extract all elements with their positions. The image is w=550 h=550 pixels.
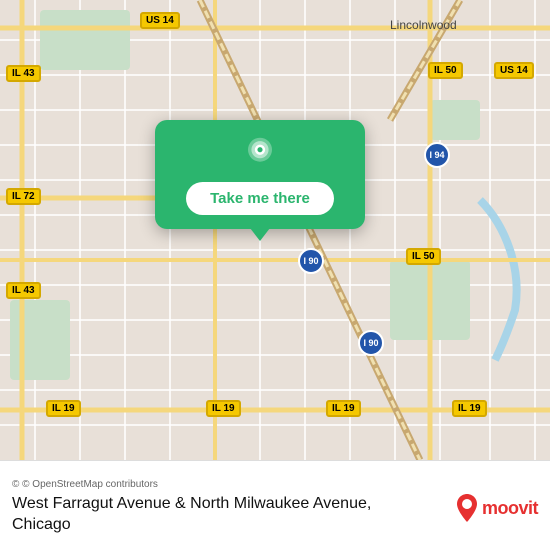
- area-label-lincolnwood: Lincolnwood: [390, 18, 457, 32]
- map-svg: [0, 0, 550, 460]
- take-me-there-button[interactable]: Take me there: [186, 182, 334, 215]
- route-badge-us14-right: US 14: [494, 62, 534, 79]
- route-badge-i90-mid: I 90: [298, 248, 324, 274]
- route-badge-il19-3: IL 19: [326, 400, 361, 417]
- bottom-info-bar: © © OpenStreetMap contributors West Farr…: [0, 460, 550, 550]
- location-pin-icon: [242, 136, 278, 172]
- route-badge-il50-top: IL 50: [428, 62, 463, 79]
- moovit-pin-icon: [456, 494, 478, 522]
- route-badge-us14-top: US 14: [140, 12, 180, 29]
- route-badge-il43-mid: IL 43: [6, 282, 41, 299]
- route-badge-il19-4: IL 19: [452, 400, 487, 417]
- location-name: West Farragut Avenue & North Milwaukee A…: [12, 494, 444, 536]
- map-attribution: © © OpenStreetMap contributors: [12, 479, 538, 490]
- location-popup: Take me there: [155, 120, 365, 229]
- moovit-brand-name: moovit: [482, 498, 538, 519]
- map-view: US 14 Lincolnwood IL 43 IL 50 US 14 IL 7…: [0, 0, 550, 460]
- moovit-logo: moovit: [456, 494, 538, 522]
- route-badge-i90-lower: I 90: [358, 330, 384, 356]
- route-badge-il50-mid: IL 50: [406, 248, 441, 265]
- route-badge-il19-2: IL 19: [206, 400, 241, 417]
- route-badge-il72: IL 72: [6, 188, 41, 205]
- route-badge-il19-1: IL 19: [46, 400, 81, 417]
- route-badge-il43-top: IL 43: [6, 65, 41, 82]
- route-badge-i94: I 94: [424, 142, 450, 168]
